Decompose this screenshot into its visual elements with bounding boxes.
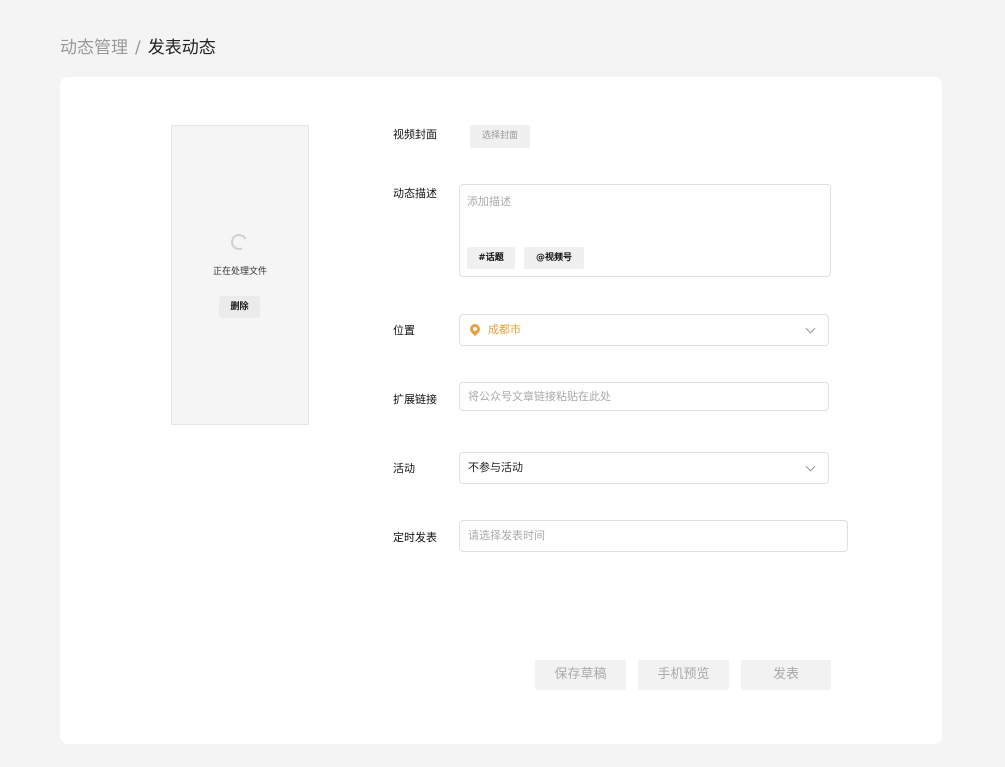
location-value: 成都市 bbox=[488, 323, 521, 336]
breadcrumb-parent-link[interactable]: 动态管理 bbox=[60, 38, 128, 58]
map-pin-icon bbox=[467, 321, 483, 337]
activity-select[interactable]: 不参与活动 bbox=[459, 452, 829, 484]
activity-label: 活动 bbox=[393, 462, 415, 475]
save-draft-button[interactable]: 保存草稿 bbox=[535, 660, 626, 690]
location-select[interactable]: 成都市 bbox=[459, 314, 829, 346]
publish-card: 正在处理文件 删除 视频封面 选择封面 动态描述 添加描述 #话题 @视频号 位… bbox=[60, 77, 942, 744]
delete-button[interactable]: 删除 bbox=[219, 296, 260, 318]
description-placeholder: 添加描述 bbox=[467, 195, 511, 208]
processing-status: 正在处理文件 bbox=[212, 267, 267, 277]
topic-tag-button[interactable]: #话题 bbox=[467, 247, 515, 269]
select-cover-button[interactable]: 选择封面 bbox=[470, 125, 530, 148]
chevron-down-icon bbox=[805, 323, 816, 334]
location-label: 位置 bbox=[393, 324, 415, 337]
schedule-input[interactable]: 请选择发表时间 bbox=[459, 520, 848, 552]
link-placeholder: 将公众号文章链接粘贴在此处 bbox=[468, 390, 611, 403]
schedule-label: 定时发表 bbox=[393, 531, 437, 544]
video-preview: 正在处理文件 删除 bbox=[171, 125, 309, 425]
chevron-down-icon bbox=[805, 461, 816, 472]
description-label: 动态描述 bbox=[393, 187, 437, 200]
breadcrumb-separator: / bbox=[135, 38, 141, 58]
link-label: 扩展链接 bbox=[393, 393, 437, 406]
breadcrumb: 动态管理 / 发表动态 bbox=[60, 36, 216, 60]
loading-spinner-icon bbox=[228, 231, 250, 253]
phone-preview-button[interactable]: 手机预览 bbox=[638, 660, 729, 690]
cover-label: 视频封面 bbox=[393, 128, 437, 141]
publish-button[interactable]: 发表 bbox=[741, 660, 831, 690]
breadcrumb-current: 发表动态 bbox=[147, 38, 216, 58]
link-input[interactable]: 将公众号文章链接粘贴在此处 bbox=[459, 382, 829, 411]
schedule-placeholder: 请选择发表时间 bbox=[468, 529, 545, 542]
activity-value: 不参与活动 bbox=[468, 461, 523, 474]
mention-tag-button[interactable]: @视频号 bbox=[524, 247, 584, 269]
description-textarea[interactable]: 添加描述 #话题 @视频号 bbox=[459, 184, 831, 277]
